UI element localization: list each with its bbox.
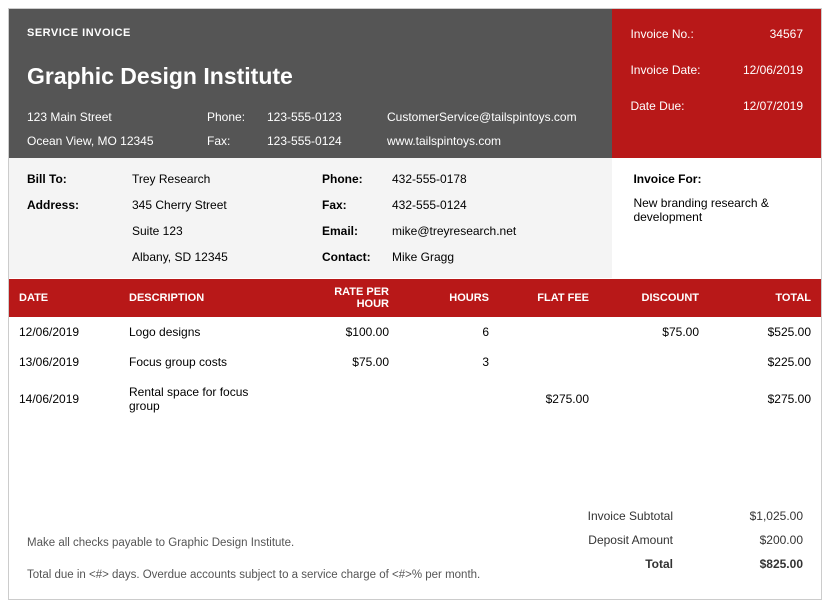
- col-date: DATE: [9, 279, 119, 317]
- cell-rate: [289, 377, 399, 421]
- cell-discount: [599, 377, 709, 421]
- line-items-table: DATE DESCRIPTION RATE PER HOUR HOURS FLA…: [9, 279, 821, 421]
- bill-email-label: Email:: [322, 224, 392, 238]
- company-addr2: Ocean View, MO 12345: [27, 134, 207, 148]
- company-phone: 123-555-0123: [267, 110, 387, 124]
- table-head-row: DATE DESCRIPTION RATE PER HOUR HOURS FLA…: [9, 279, 821, 317]
- col-total: TOTAL: [709, 279, 821, 317]
- date-due: 12/07/2019: [743, 99, 803, 113]
- bill-phone: 432-555-0178: [392, 172, 594, 186]
- col-flat: FLAT FEE: [499, 279, 599, 317]
- bill-to-name: Trey Research: [132, 172, 322, 186]
- company-website: www.tailspintoys.com: [387, 134, 594, 148]
- mid-section: Bill To: Trey Research Phone: 432-555-01…: [9, 158, 821, 279]
- cell-total: $275.00: [709, 377, 821, 421]
- cell-flat: [499, 347, 599, 377]
- cell-hours: 6: [399, 317, 499, 347]
- bill-addr2: Suite 123: [132, 224, 322, 238]
- company-email: CustomerService@tailspintoys.com: [387, 110, 594, 124]
- bill-email: mike@treyresearch.net: [392, 224, 594, 238]
- company-name: Graphic Design Institute: [27, 63, 594, 90]
- invoice-date: 12/06/2019: [743, 63, 803, 77]
- company-contact-grid: 123 Main Street Phone: 123-555-0123 Cust…: [27, 110, 594, 148]
- header: SERVICE INVOICE Graphic Design Institute…: [9, 9, 821, 158]
- cell-date: 14/06/2019: [9, 377, 119, 421]
- invoice-page: SERVICE INVOICE Graphic Design Institute…: [8, 8, 822, 600]
- cell-rate: $75.00: [289, 347, 399, 377]
- cell-desc: Logo designs: [119, 317, 289, 347]
- invoice-date-label: Invoice Date:: [630, 63, 700, 77]
- subtotal-label: Invoice Subtotal: [553, 509, 673, 523]
- bill-contact-label: Contact:: [322, 250, 392, 264]
- spacer: [9, 421, 821, 491]
- invoice-for-text: New branding research & development: [633, 196, 803, 224]
- table-row: 14/06/2019 Rental space for focus group …: [9, 377, 821, 421]
- cell-flat: [499, 317, 599, 347]
- footer-notes: Make all checks payable to Graphic Desig…: [27, 537, 480, 581]
- cell-rate: $100.00: [289, 317, 399, 347]
- company-addr1: 123 Main Street: [27, 110, 207, 124]
- bill-fax-label: Fax:: [322, 198, 392, 212]
- cell-hours: 3: [399, 347, 499, 377]
- cell-total: $225.00: [709, 347, 821, 377]
- header-right: Invoice No.: 34567 Invoice Date: 12/06/2…: [612, 9, 821, 158]
- phone-label: Phone:: [207, 110, 267, 124]
- deposit-label: Deposit Amount: [553, 533, 673, 547]
- invoice-for-block: Invoice For: New branding research & dev…: [612, 158, 821, 279]
- cell-flat: $275.00: [499, 377, 599, 421]
- cell-discount: $75.00: [599, 317, 709, 347]
- subtotal-row: Invoice Subtotal $1,025.00: [553, 509, 803, 523]
- subtotal-value: $1,025.00: [713, 509, 803, 523]
- terms-note: Total due in <#> days. Overdue accounts …: [27, 569, 480, 581]
- address-label: Address:: [27, 198, 132, 212]
- company-fax: 123-555-0124: [267, 134, 387, 148]
- col-desc: DESCRIPTION: [119, 279, 289, 317]
- total-label: Total: [553, 557, 673, 571]
- pay-note: Make all checks payable to Graphic Desig…: [27, 537, 480, 549]
- cell-total: $525.00: [709, 317, 821, 347]
- date-due-row: Date Due: 12/07/2019: [630, 99, 803, 113]
- totals-block: Invoice Subtotal $1,025.00 Deposit Amoun…: [553, 509, 803, 581]
- cell-desc: Focus group costs: [119, 347, 289, 377]
- invoice-no-row: Invoice No.: 34567: [630, 27, 803, 41]
- bill-to-block: Bill To: Trey Research Phone: 432-555-01…: [9, 158, 612, 279]
- bill-phone-label: Phone:: [322, 172, 392, 186]
- cell-desc: Rental space for focus group: [119, 377, 289, 421]
- col-hours: HOURS: [399, 279, 499, 317]
- bill-fax: 432-555-0124: [392, 198, 594, 212]
- date-due-label: Date Due:: [630, 99, 684, 113]
- cell-date: 12/06/2019: [9, 317, 119, 347]
- header-left: SERVICE INVOICE Graphic Design Institute…: [9, 9, 612, 158]
- fax-label: Fax:: [207, 134, 267, 148]
- bill-addr1: 345 Cherry Street: [132, 198, 322, 212]
- col-discount: DISCOUNT: [599, 279, 709, 317]
- bill-contact: Mike Gragg: [392, 250, 594, 264]
- deposit-row: Deposit Amount $200.00: [553, 533, 803, 547]
- footer: Make all checks payable to Graphic Desig…: [9, 491, 821, 599]
- bill-addr3: Albany, SD 12345: [132, 250, 322, 264]
- col-rate: RATE PER HOUR: [289, 279, 399, 317]
- bill-to-label: Bill To:: [27, 172, 132, 186]
- cell-date: 13/06/2019: [9, 347, 119, 377]
- invoice-for-label: Invoice For:: [633, 172, 803, 186]
- service-invoice-label: SERVICE INVOICE: [27, 27, 594, 39]
- cell-discount: [599, 347, 709, 377]
- deposit-value: $200.00: [713, 533, 803, 547]
- total-value: $825.00: [713, 557, 803, 571]
- table-row: 13/06/2019 Focus group costs $75.00 3 $2…: [9, 347, 821, 377]
- invoice-no: 34567: [770, 27, 803, 41]
- total-row: Total $825.00: [553, 557, 803, 571]
- invoice-date-row: Invoice Date: 12/06/2019: [630, 63, 803, 77]
- table-row: 12/06/2019 Logo designs $100.00 6 $75.00…: [9, 317, 821, 347]
- invoice-no-label: Invoice No.:: [630, 27, 693, 41]
- cell-hours: [399, 377, 499, 421]
